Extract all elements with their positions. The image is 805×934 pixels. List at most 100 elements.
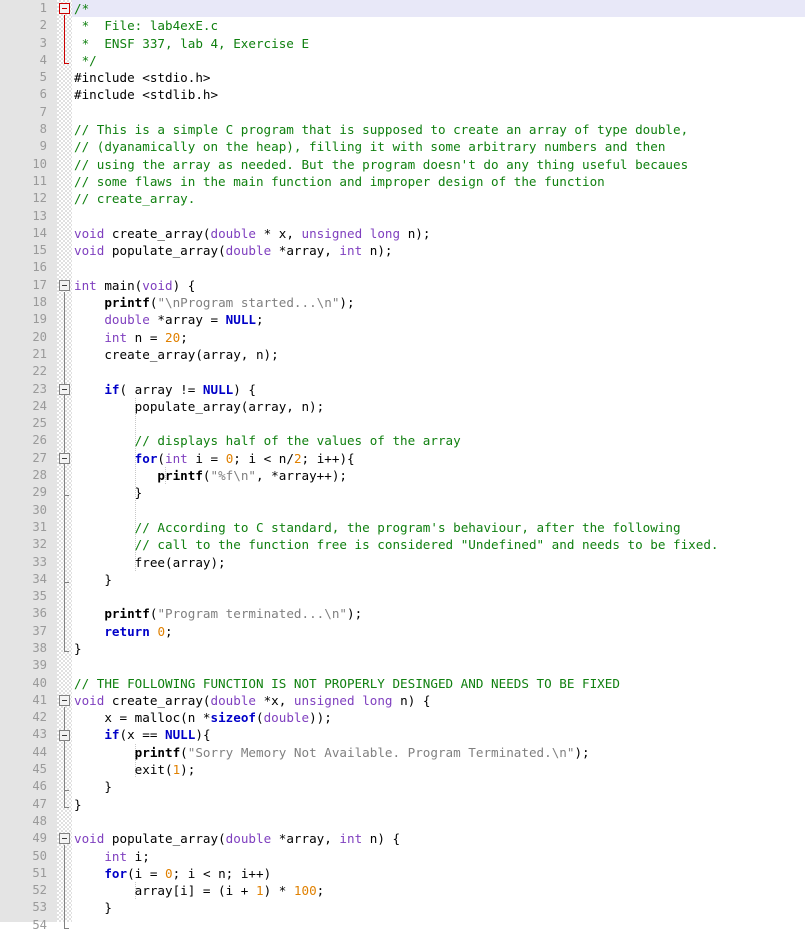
- line-number[interactable]: 33: [0, 554, 56, 571]
- code-line[interactable]: [72, 502, 805, 519]
- code-line[interactable]: // According to C standard, the program'…: [72, 519, 805, 536]
- code-line[interactable]: for(i = 0; i < n; i++): [72, 865, 805, 882]
- line-number[interactable]: 37: [0, 623, 56, 640]
- line-number[interactable]: 23: [0, 381, 56, 398]
- code-line[interactable]: printf("\nProgram started...\n");: [72, 294, 805, 311]
- fold-toggle-collapse-icon[interactable]: [59, 833, 70, 845]
- code-line[interactable]: x = malloc(n *sizeof(double));: [72, 709, 805, 726]
- code-line[interactable]: }: [72, 640, 805, 657]
- code-line[interactable]: void populate_array(double *array, int n…: [72, 242, 805, 259]
- code-line[interactable]: [72, 657, 805, 674]
- line-number[interactable]: 25: [0, 415, 56, 432]
- code-line[interactable]: /*: [72, 0, 805, 18]
- line-number[interactable]: 21: [0, 346, 56, 363]
- line-number[interactable]: 43: [0, 726, 56, 743]
- line-number[interactable]: 51: [0, 865, 56, 882]
- line-number[interactable]: 29: [0, 484, 56, 501]
- code-line[interactable]: [72, 917, 805, 934]
- line-number[interactable]: 36: [0, 605, 56, 622]
- code-line[interactable]: // (dyanamically on the heap), filling i…: [72, 138, 805, 155]
- code-line[interactable]: return 0;: [72, 623, 805, 640]
- code-line[interactable]: // using the array as needed. But the pr…: [72, 156, 805, 173]
- line-number[interactable]: 17: [0, 277, 56, 294]
- code-line[interactable]: // THE FOLLOWING FUNCTION IS NOT PROPERL…: [72, 675, 805, 692]
- line-number[interactable]: 13: [0, 208, 56, 225]
- code-line[interactable]: }: [72, 571, 805, 588]
- line-number[interactable]: 50: [0, 848, 56, 865]
- line-number[interactable]: 44: [0, 744, 56, 761]
- line-number[interactable]: 14: [0, 225, 56, 242]
- code-line[interactable]: #include <stdio.h>: [72, 69, 805, 86]
- code-line[interactable]: create_array(array, n);: [72, 346, 805, 363]
- line-number[interactable]: 35: [0, 588, 56, 605]
- line-number[interactable]: 38: [0, 640, 56, 657]
- fold-toggle-collapse-icon[interactable]: [59, 452, 70, 464]
- line-number[interactable]: 22: [0, 363, 56, 380]
- code-line[interactable]: #include <stdlib.h>: [72, 86, 805, 103]
- code-line[interactable]: printf("Sorry Memory Not Available. Prog…: [72, 744, 805, 761]
- line-number[interactable]: 54: [0, 917, 56, 934]
- code-line[interactable]: array[i] = (i + 1) * 100;: [72, 882, 805, 899]
- line-number[interactable]: 41: [0, 692, 56, 709]
- line-number[interactable]: 8: [0, 121, 56, 138]
- code-line[interactable]: [72, 259, 805, 276]
- line-number[interactable]: 12: [0, 190, 56, 207]
- code-line[interactable]: void create_array(double * x, unsigned l…: [72, 225, 805, 242]
- line-number[interactable]: 34: [0, 571, 56, 588]
- line-number[interactable]: 53: [0, 899, 56, 916]
- code-line[interactable]: printf("%f\n", *array++);: [72, 467, 805, 484]
- code-line[interactable]: }: [72, 796, 805, 813]
- fold-toggle-collapse-icon[interactable]: [59, 695, 70, 706]
- line-number[interactable]: 30: [0, 502, 56, 519]
- line-number[interactable]: 2: [0, 17, 56, 34]
- code-line[interactable]: }: [72, 899, 805, 916]
- code-line[interactable]: int n = 20;: [72, 329, 805, 346]
- code-line[interactable]: [72, 208, 805, 225]
- line-number[interactable]: 16: [0, 259, 56, 276]
- line-number[interactable]: 47: [0, 796, 56, 813]
- line-number[interactable]: 39: [0, 657, 56, 674]
- code-line[interactable]: free(array);: [72, 554, 805, 571]
- line-number[interactable]: 20: [0, 329, 56, 346]
- code-line[interactable]: // This is a simple C program that is su…: [72, 121, 805, 138]
- line-number[interactable]: 3: [0, 35, 56, 52]
- code-line[interactable]: * File: lab4exE.c: [72, 17, 805, 34]
- line-number[interactable]: 26: [0, 432, 56, 449]
- line-number[interactable]: 7: [0, 104, 56, 121]
- line-number[interactable]: 46: [0, 778, 56, 795]
- line-number[interactable]: 19: [0, 311, 56, 328]
- line-number[interactable]: 6: [0, 86, 56, 103]
- line-number[interactable]: 24: [0, 398, 56, 415]
- fold-toggle-collapse-icon[interactable]: [59, 729, 70, 741]
- code-line[interactable]: }: [72, 484, 805, 501]
- code-line[interactable]: populate_array(array, n);: [72, 398, 805, 415]
- line-number[interactable]: 27: [0, 450, 56, 467]
- line-number[interactable]: 4: [0, 52, 56, 69]
- line-number[interactable]: 45: [0, 761, 56, 778]
- code-line[interactable]: int main(void) {: [72, 277, 805, 294]
- code-line[interactable]: [72, 363, 805, 380]
- line-number[interactable]: 31: [0, 519, 56, 536]
- code-line[interactable]: if(x == NULL){: [72, 726, 805, 743]
- line-number[interactable]: 5: [0, 69, 56, 86]
- code-line[interactable]: // call to the function free is consider…: [72, 536, 805, 553]
- line-number[interactable]: 9: [0, 138, 56, 155]
- line-number[interactable]: 11: [0, 173, 56, 190]
- fold-toggle-collapse-icon[interactable]: [59, 383, 70, 395]
- line-number[interactable]: 1: [0, 0, 56, 17]
- fold-toggle-collapse-icon[interactable]: [59, 3, 70, 14]
- line-number[interactable]: 42: [0, 709, 56, 726]
- line-number[interactable]: 52: [0, 882, 56, 899]
- code-line[interactable]: */: [72, 52, 805, 69]
- line-number[interactable]: 28: [0, 467, 56, 484]
- code-line[interactable]: // some flaws in the main function and i…: [72, 173, 805, 190]
- code-line[interactable]: void populate_array(double *array, int n…: [72, 830, 805, 847]
- line-number[interactable]: 10: [0, 156, 56, 173]
- line-number[interactable]: 18: [0, 294, 56, 311]
- code-line[interactable]: [72, 588, 805, 605]
- code-line[interactable]: exit(1);: [72, 761, 805, 778]
- code-line[interactable]: [72, 415, 805, 432]
- fold-toggle-collapse-icon[interactable]: [59, 279, 70, 291]
- code-line[interactable]: if( array != NULL) {: [72, 381, 805, 398]
- line-number[interactable]: 40: [0, 675, 56, 692]
